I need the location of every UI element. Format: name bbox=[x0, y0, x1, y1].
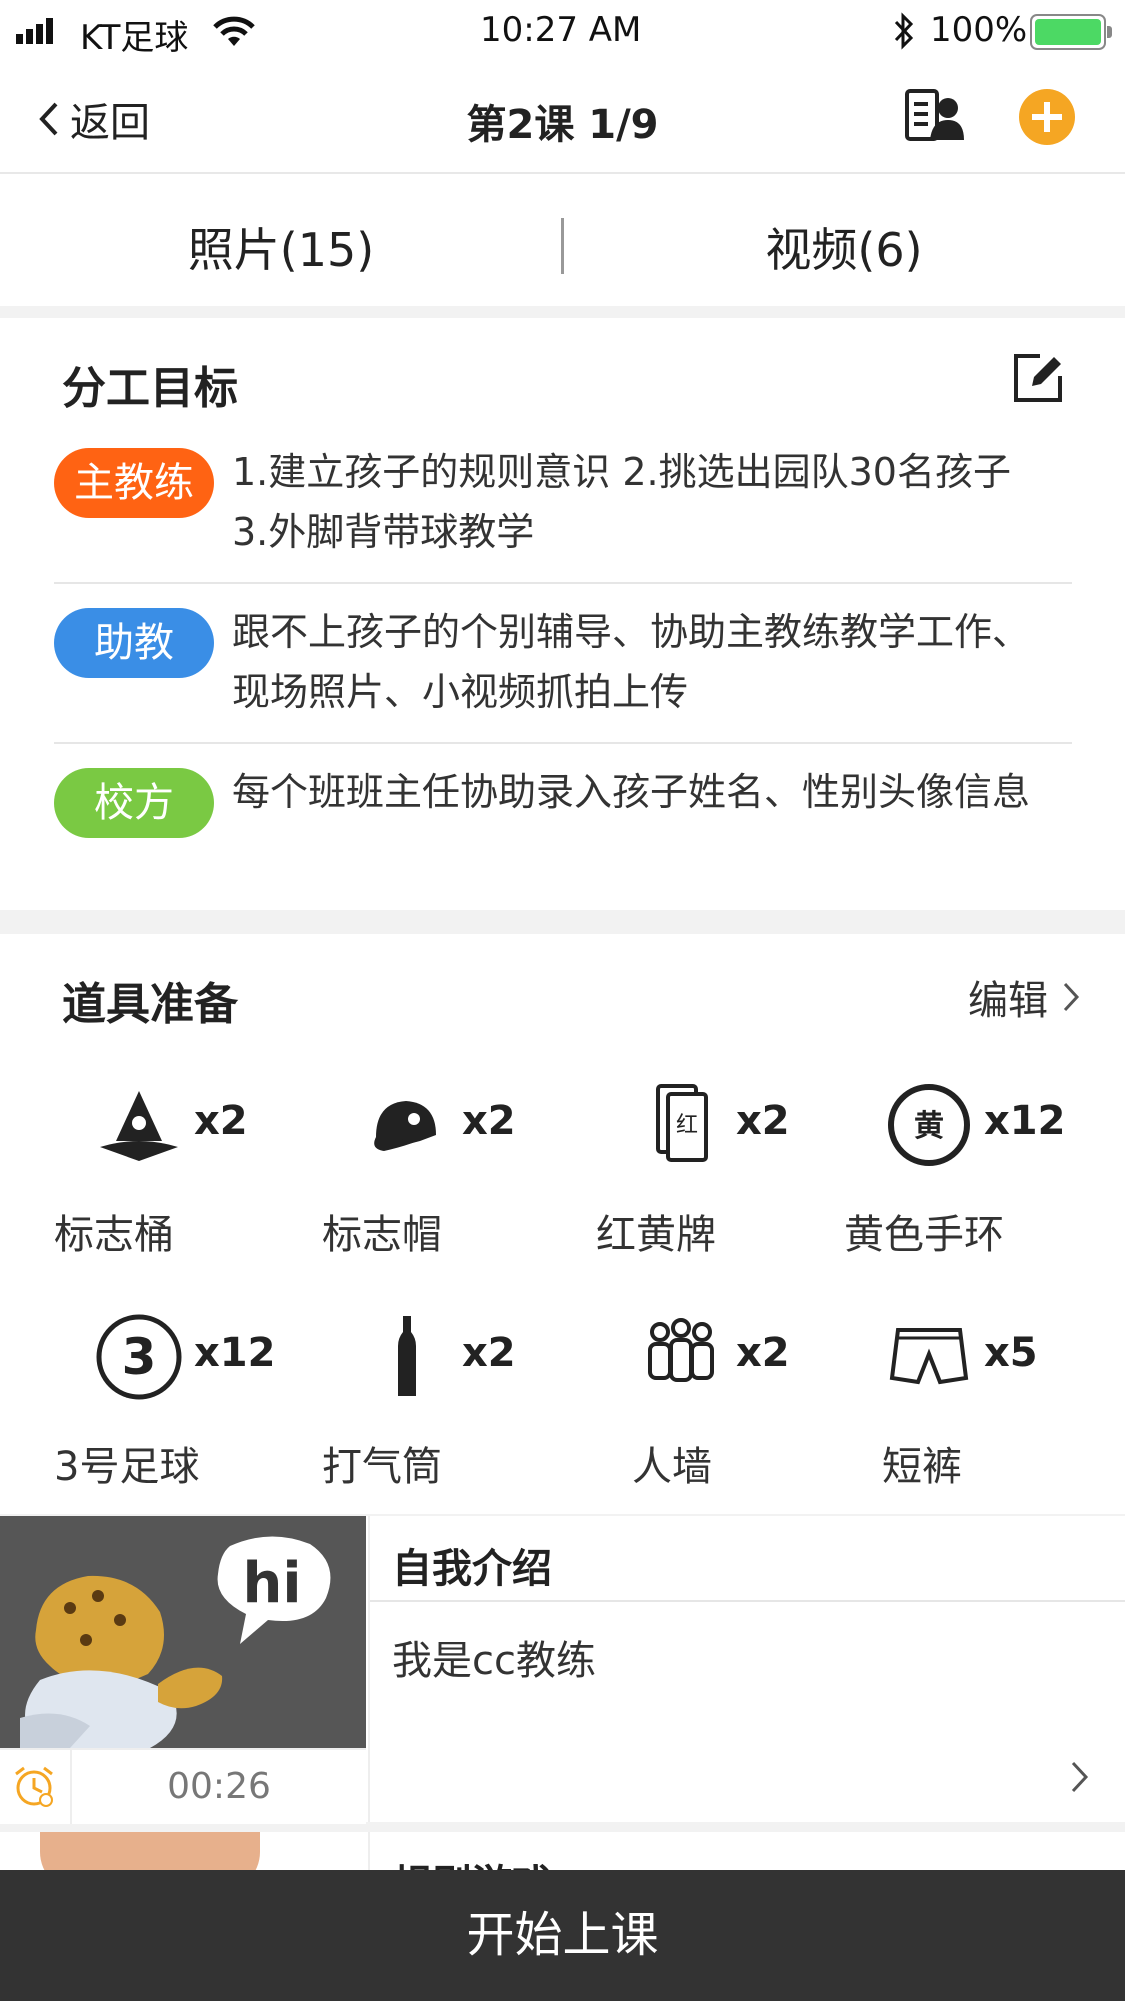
prop-item: x2 标志桶 bbox=[54, 1070, 334, 1270]
prop-quantity: x12 bbox=[194, 1330, 276, 1376]
wristband-icon: 黄 bbox=[874, 1070, 984, 1180]
role-text: 1.建立孩子的规则意识 2.挑选出园队30名孩子 3.外脚背带球教学 bbox=[232, 450, 1011, 554]
clock: 10:27 AM bbox=[480, 10, 642, 50]
ball-size-icon: 3 bbox=[84, 1302, 194, 1412]
mascot-image: hi bbox=[0, 1516, 366, 1748]
prop-label: 标志帽 bbox=[322, 1212, 442, 1258]
start-class-button[interactable]: 开始上课 bbox=[0, 1870, 1125, 2001]
battery-percent: 100% bbox=[930, 10, 1028, 50]
ball-size-icon-text: 3 bbox=[122, 1328, 157, 1386]
edit-icon[interactable] bbox=[1010, 350, 1066, 406]
prop-quantity: x2 bbox=[736, 1098, 790, 1144]
prop-label: 打气筒 bbox=[322, 1444, 442, 1490]
tab-photos[interactable]: 照片(15) bbox=[0, 214, 562, 280]
role-row-assistant: 助教 跟不上孩子的个别辅导、协助主教练教学工作、现场照片、小视频抓拍上传 bbox=[54, 600, 1072, 730]
prop-quantity: x5 bbox=[984, 1330, 1038, 1376]
card-icon-text: 红 bbox=[676, 1113, 698, 1138]
role-badge: 校方 bbox=[54, 768, 214, 838]
edit-label: 编辑 bbox=[968, 978, 1048, 1024]
divider bbox=[54, 582, 1072, 584]
division-section: 分工目标 主教练 1.建立孩子的规则意识 2.挑选出园队30名孩子 3.外脚背带… bbox=[0, 318, 1125, 910]
prop-item: x2 打气筒 bbox=[322, 1302, 602, 1502]
role-row-head-coach: 主教练 1.建立孩子的规则意识 2.挑选出园队30名孩子 3.外脚背带球教学 bbox=[54, 440, 1072, 570]
prop-item: x2 人墙 bbox=[596, 1302, 876, 1502]
prop-quantity: x2 bbox=[736, 1330, 790, 1376]
carrier-label: KT足球 bbox=[80, 18, 189, 58]
prop-label: 3号足球 bbox=[54, 1444, 200, 1490]
prop-quantity: x2 bbox=[462, 1330, 516, 1376]
prop-item: 3 x12 3号足球 bbox=[54, 1302, 334, 1502]
prop-item: 红 x2 红黄牌 bbox=[596, 1070, 876, 1270]
props-section: 道具准备 编辑 x2 标志桶 x2 标志帽 红 x2 红黄牌 黄 x12 黄色手… bbox=[0, 934, 1125, 1514]
chevron-right-icon bbox=[1063, 982, 1080, 1012]
lesson-title: 自我介绍 bbox=[392, 1546, 552, 1592]
card-icon: 红 bbox=[626, 1070, 736, 1180]
section-title: 分工目标 bbox=[62, 363, 238, 414]
prop-item: 黄 x12 黄色手环 bbox=[844, 1070, 1124, 1270]
prop-quantity: x2 bbox=[194, 1098, 248, 1144]
section-title: 道具准备 bbox=[62, 979, 238, 1030]
role-badge: 助教 bbox=[54, 608, 214, 678]
lesson-description: 我是cc教练 bbox=[392, 1638, 596, 1684]
status-bar: KT足球 10:27 AM 100% bbox=[0, 0, 1125, 64]
chevron-right-icon[interactable] bbox=[1070, 1760, 1090, 1794]
prop-label: 红黄牌 bbox=[596, 1212, 716, 1258]
lesson-card[interactable]: hi 00:26 自我介绍 我是cc教练 bbox=[0, 1516, 1125, 1824]
cone-icon bbox=[84, 1070, 194, 1180]
divider bbox=[54, 742, 1072, 744]
video-thumbnail[interactable]: hi bbox=[0, 1516, 366, 1748]
pump-icon bbox=[352, 1302, 462, 1412]
shorts-icon bbox=[874, 1302, 984, 1412]
video-duration: 00:26 bbox=[167, 1766, 271, 1807]
thumb-speech-text: hi bbox=[242, 1551, 301, 1616]
wifi-icon bbox=[213, 16, 255, 46]
prop-label: 黄色手环 bbox=[844, 1212, 1004, 1258]
edit-props-button[interactable]: 编辑 bbox=[968, 968, 1080, 1026]
signal-icon bbox=[16, 18, 53, 44]
role-row-school: 校方 每个班班主任协助录入孩子姓名、性别头像信息 bbox=[54, 760, 1072, 890]
wall-icon bbox=[626, 1302, 736, 1412]
nav-bar: 返回 第2课 1/9 bbox=[0, 64, 1125, 174]
prop-quantity: x12 bbox=[984, 1098, 1066, 1144]
add-icon[interactable] bbox=[1018, 88, 1076, 146]
battery-icon bbox=[1030, 14, 1112, 50]
student-roster-icon[interactable] bbox=[904, 88, 966, 144]
media-tabs: 照片(15) 视频(6) bbox=[0, 174, 1125, 306]
wristband-icon-text: 黄 bbox=[914, 1109, 944, 1144]
role-text: 每个班班主任协助录入孩子姓名、性别头像信息 bbox=[232, 770, 1031, 814]
divider bbox=[370, 1600, 1125, 1602]
prop-label: 短裤 bbox=[882, 1444, 962, 1490]
role-text: 跟不上孩子的个别辅导、协助主教练教学工作、现场照片、小视频抓拍上传 bbox=[232, 610, 1031, 714]
prop-item: x2 标志帽 bbox=[322, 1070, 602, 1270]
prop-quantity: x2 bbox=[462, 1098, 516, 1144]
role-badge: 主教练 bbox=[54, 448, 214, 518]
prop-item: x5 短裤 bbox=[844, 1302, 1124, 1502]
lesson-info: 自我介绍 我是cc教练 bbox=[368, 1516, 1125, 1822]
bluetooth-icon bbox=[894, 12, 914, 50]
prop-label: 标志桶 bbox=[54, 1212, 174, 1258]
cap-icon bbox=[352, 1070, 462, 1180]
alarm-clock-icon bbox=[15, 1766, 53, 1807]
video-duration-bar: 00:26 bbox=[0, 1748, 366, 1824]
tab-videos[interactable]: 视频(6) bbox=[563, 214, 1125, 280]
